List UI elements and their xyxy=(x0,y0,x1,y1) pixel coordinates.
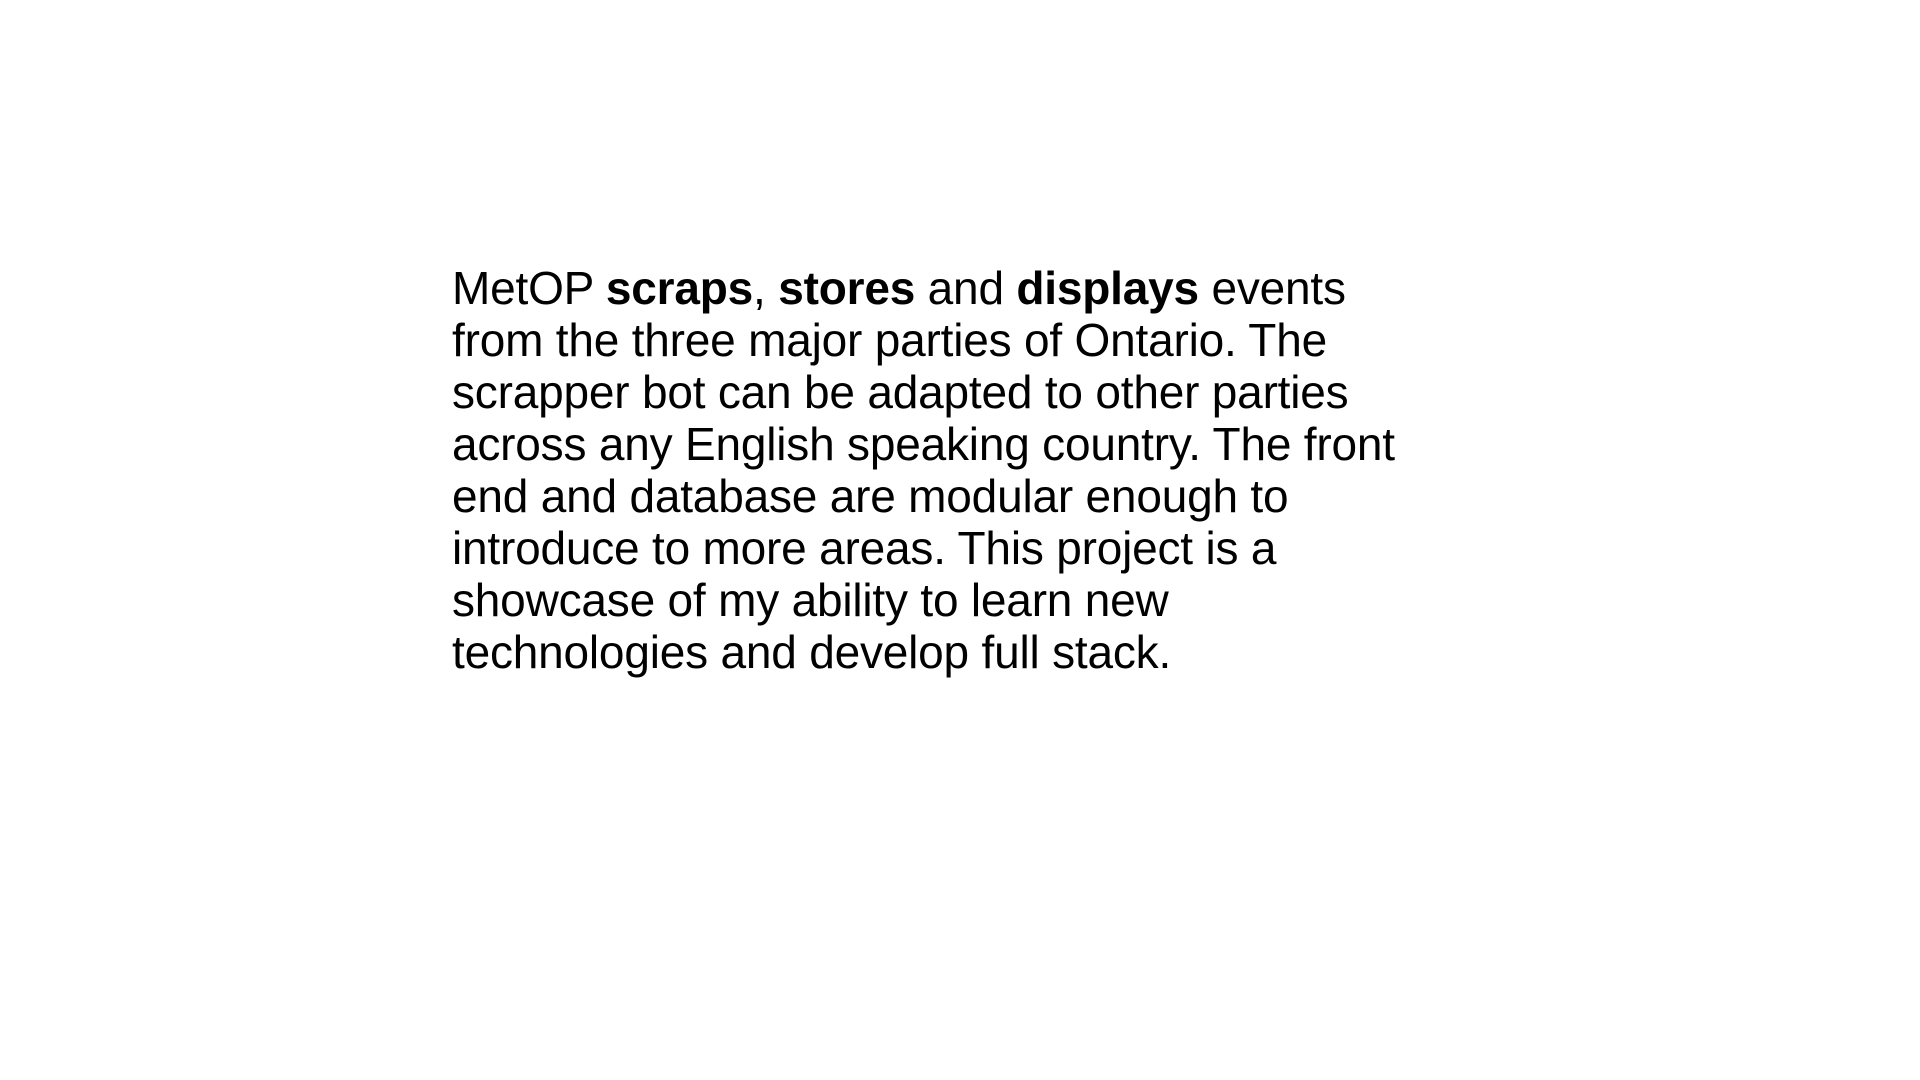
keyword-stores: stores xyxy=(778,262,916,314)
description-line-1: MetOP scraps, stores and displays events xyxy=(452,262,1492,314)
separator-comma: , xyxy=(753,262,779,314)
description-line-2: from the three major parties of Ontario.… xyxy=(452,314,1327,366)
description-line-7: showcase of my ability to learn new xyxy=(452,574,1169,626)
project-name-text: MetOP xyxy=(452,262,606,314)
conjunction-and: and xyxy=(915,262,1017,314)
keyword-displays: displays xyxy=(1016,262,1199,314)
description-line-5: end and database are modular enough to xyxy=(452,470,1289,522)
description-line-4: across any English speaking country. The… xyxy=(452,418,1395,470)
description-line-3: scrapper bot can be adapted to other par… xyxy=(452,366,1349,418)
description-line-8: technologies and develop full stack. xyxy=(452,626,1172,678)
keyword-scraps: scraps xyxy=(605,262,754,314)
events-text: events xyxy=(1198,262,1346,314)
project-description: MetOP scraps, stores and displays events… xyxy=(452,262,1492,678)
description-line-6: introduce to more areas. This project is… xyxy=(452,522,1277,574)
